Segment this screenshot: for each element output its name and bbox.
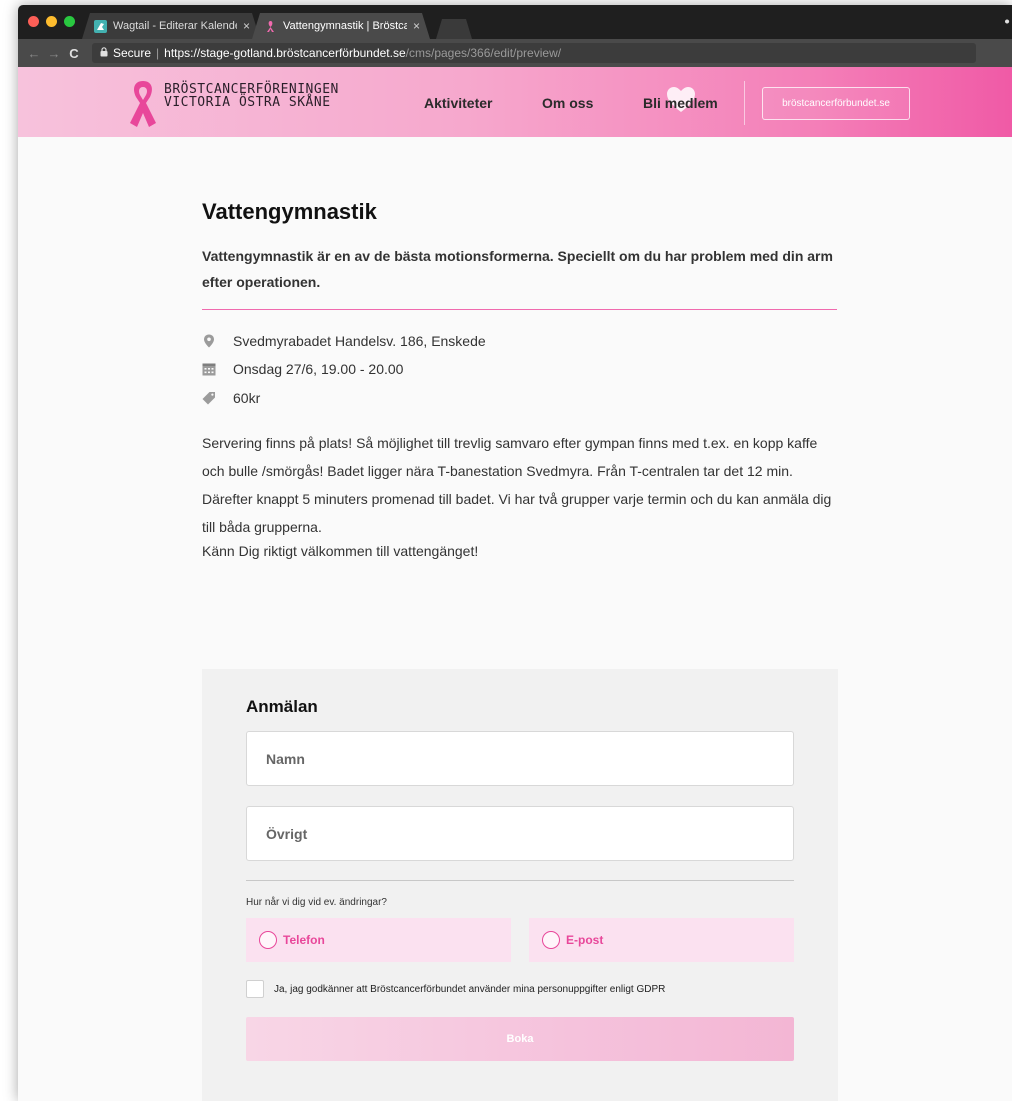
event-description: Servering finns på plats! Så möjlighet t…	[202, 435, 832, 535]
event-welcome: Känn Dig riktigt välkommen till vattengä…	[202, 543, 479, 559]
url-path: /cms/pages/366/edit/preview/	[405, 46, 562, 60]
url-field[interactable]: Secure | https://stage-gotland.bröstcanc…	[92, 43, 976, 63]
maximize-window-button[interactable]	[64, 16, 75, 27]
content-divider	[202, 309, 837, 310]
tab-close-icon[interactable]: ×	[243, 19, 250, 33]
radio-circle-icon	[542, 931, 560, 949]
browser-window: Wagtail - Editerar Kalenderhän × Vatteng…	[18, 5, 1012, 1101]
event-location: Svedmyrabadet Handelsv. 186, Enskede	[202, 333, 486, 349]
close-window-button[interactable]	[28, 16, 39, 27]
price-text: 60kr	[233, 390, 261, 406]
registration-form: Anmälan Namn Övrigt Hur når vi dig vid e…	[202, 669, 838, 1101]
nav-divider	[744, 81, 745, 125]
site-logo[interactable]: BRÖSTCANCERFÖRENINGEN VICTORIA ÖSTRA SKÅ…	[126, 79, 339, 129]
tab-wagtail[interactable]: Wagtail - Editerar Kalenderhän ×	[82, 13, 260, 39]
minimize-window-button[interactable]	[46, 16, 57, 27]
radio-label: E-post	[566, 933, 604, 947]
price-tag-icon	[202, 392, 215, 405]
location-text: Svedmyrabadet Handelsv. 186, Enskede	[233, 333, 486, 349]
address-bar: ← → C Secure | https://stage-gotland.brö…	[18, 39, 1012, 93]
nav-aktiviteter[interactable]: Aktiviteter	[424, 95, 492, 111]
url-separator: |	[156, 46, 160, 60]
book-button[interactable]: Boka	[246, 1017, 794, 1061]
event-price: 60kr	[202, 390, 260, 406]
wagtail-icon	[94, 20, 107, 33]
lock-icon	[100, 47, 108, 59]
gdpr-checkbox[interactable]	[246, 980, 264, 998]
page-title: Vattengymnastik	[202, 199, 377, 224]
url-host: stage-gotland.bröstcancerförbundet.se	[200, 46, 406, 60]
logo-line-2: VICTORIA ÖSTRA SKÅNE	[164, 95, 331, 110]
secure-label: Secure	[113, 46, 152, 60]
other-field[interactable]: Övrigt	[246, 806, 794, 861]
name-field[interactable]: Namn	[246, 731, 794, 786]
radio-e-post[interactable]: E-post	[529, 918, 794, 962]
tab-title: Vattengymnastik | Bröstcancer	[283, 20, 407, 32]
nav-om-oss[interactable]: Om oss	[542, 95, 593, 111]
incognito-icon: ꔷ	[1004, 15, 1010, 29]
back-icon[interactable]: ←	[24, 46, 44, 61]
calendar-icon	[202, 363, 216, 376]
tab-title: Wagtail - Editerar Kalenderhän	[113, 20, 235, 32]
radio-telefon[interactable]: Telefon	[246, 918, 511, 962]
pink-ribbon-icon	[130, 81, 156, 127]
reload-icon[interactable]: C	[64, 46, 84, 61]
radio-circle-icon	[259, 931, 277, 949]
external-site-button[interactable]: bröstcancerförbundet.se	[762, 87, 910, 120]
tab-vattengymnastik[interactable]: Vattengymnastik | Bröstcancer ×	[252, 13, 430, 39]
form-divider	[246, 880, 794, 881]
forward-icon[interactable]: →	[44, 46, 64, 61]
site-header: BRÖSTCANCERFÖRENINGEN VICTORIA ÖSTRA SKÅ…	[18, 67, 1012, 137]
radio-label: Telefon	[283, 933, 325, 947]
event-lead: Vattengymnastik är en av de bästa motion…	[202, 248, 833, 290]
tab-bar: Wagtail - Editerar Kalenderhän × Vatteng…	[18, 5, 1012, 39]
location-pin-icon	[204, 334, 214, 348]
contact-question: Hur når vi dig vid ev. ändringar?	[246, 897, 387, 908]
date-text: Onsdag 27/6, 19.00 - 20.00	[233, 361, 404, 377]
gdpr-consent: Ja, jag godkänner att Bröstcancerförbund…	[246, 980, 665, 998]
ribbon-icon	[264, 20, 277, 33]
event-date: Onsdag 27/6, 19.00 - 20.00	[202, 361, 403, 377]
new-tab-button[interactable]	[436, 19, 472, 39]
form-title: Anmälan	[246, 697, 318, 716]
nav-bli-medlem[interactable]: Bli medlem	[643, 95, 718, 111]
tab-close-icon[interactable]: ×	[413, 19, 420, 33]
gdpr-label: Ja, jag godkänner att Bröstcancerförbund…	[274, 983, 666, 995]
url-scheme: https://	[164, 46, 201, 60]
